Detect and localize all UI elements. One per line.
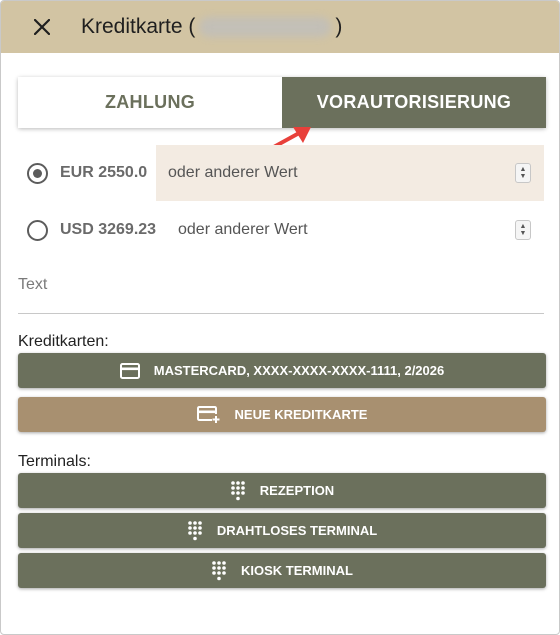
text-field[interactable] — [18, 267, 544, 314]
dialpad-icon — [230, 480, 246, 502]
dialog-header: Kreditkarte () — [1, 1, 559, 53]
stepper-up-icon: ▲ — [519, 166, 527, 173]
new-card-button[interactable]: NEUE KREDITKARTE — [18, 397, 546, 432]
dialog-title-prefix: Kreditkarte ( — [81, 15, 196, 38]
stepper-down-icon: ▼ — [519, 230, 527, 237]
dialog-title: Kreditkarte () — [81, 15, 342, 39]
dialpad-icon — [187, 520, 203, 542]
amount-usd-label: USD 3269.23 — [60, 221, 157, 238]
saved-card-button[interactable]: MASTERCARD, XXXX-XXXX-XXXX-1111, 2/2026 — [18, 353, 546, 388]
other-amount-eur-field[interactable]: oder anderer Wert ▲ ▼ — [156, 145, 544, 201]
terminals-label: Terminals: — [18, 453, 91, 470]
terminal-label-drahtlos: DRAHTLOSES TERMINAL — [216, 523, 378, 538]
amount-option-eur[interactable]: EUR 2550.0 oder anderer Wert ▲ ▼ — [18, 145, 544, 201]
dialog-title-suffix: ) — [335, 15, 343, 38]
other-amount-eur-placeholder: oder anderer Wert — [168, 164, 298, 181]
terminal-button-kiosk[interactable]: KIOSK TERMINAL — [18, 553, 546, 588]
credit-card-dialog: Kreditkarte () ZAHLUNG VORAUTORISIERUNG … — [0, 0, 560, 635]
radio-usd[interactable] — [27, 219, 48, 241]
terminal-button-drahtlos[interactable]: DRAHTLOSES TERMINAL — [18, 513, 546, 548]
saved-card-label: MASTERCARD, XXXX-XXXX-XXXX-1111, 2/2026 — [153, 363, 445, 378]
text-input[interactable] — [18, 267, 544, 303]
tab-vorautorisierung[interactable]: VORAUTORISIERUNG — [282, 77, 546, 128]
terminal-button-rezeption[interactable]: REZEPTION — [18, 473, 546, 508]
tab-zahlung[interactable]: ZAHLUNG — [18, 77, 282, 128]
stepper-down-icon: ▼ — [519, 173, 527, 180]
amount-option-usd[interactable]: USD 3269.23 oder anderer Wert ▲ ▼ — [18, 202, 544, 258]
stepper-eur[interactable]: ▲ ▼ — [515, 163, 531, 183]
terminal-label-kiosk: KIOSK TERMINAL — [241, 563, 353, 578]
stepper-usd[interactable]: ▲ ▼ — [515, 220, 531, 240]
radio-eur[interactable] — [27, 162, 48, 184]
stepper-up-icon: ▲ — [519, 223, 527, 230]
credit-cards-label: Kreditkarten: — [18, 333, 109, 350]
amount-eur-label: EUR 2550.0 — [60, 164, 148, 181]
terminal-label-rezeption: REZEPTION — [259, 483, 335, 498]
add-card-icon — [196, 405, 221, 424]
new-card-label: NEUE KREDITKARTE — [234, 407, 368, 422]
other-amount-usd-field[interactable]: oder anderer Wert ▲ ▼ — [166, 202, 544, 258]
redacted-provider-name — [199, 17, 332, 38]
other-amount-usd-placeholder: oder anderer Wert — [178, 221, 308, 238]
payment-mode-tabs: ZAHLUNG VORAUTORISIERUNG — [18, 77, 546, 128]
close-icon — [34, 19, 50, 35]
dialpad-icon — [211, 560, 227, 582]
credit-card-icon — [119, 362, 140, 379]
close-button[interactable] — [27, 12, 57, 42]
